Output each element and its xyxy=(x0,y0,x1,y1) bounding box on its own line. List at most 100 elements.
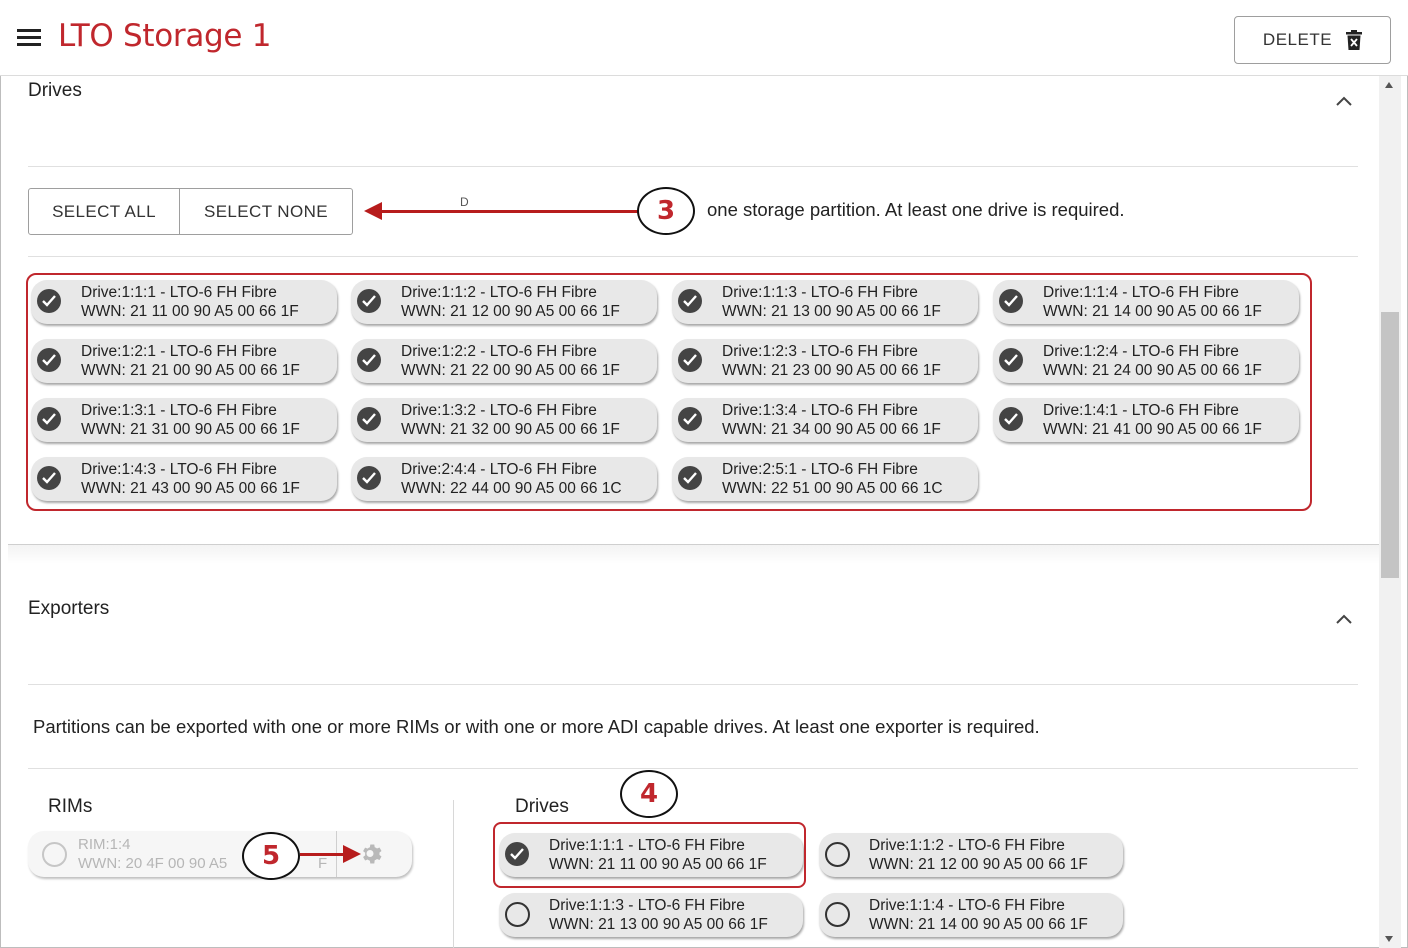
drive-name: Drive:1:4:1 - LTO-6 FH Fibre xyxy=(1043,402,1239,419)
callout-arrow-head-icon xyxy=(364,202,382,220)
drive-wwn: WWN: 21 13 00 90 A5 00 66 1F xyxy=(549,916,768,933)
radio-unchecked-icon[interactable] xyxy=(825,842,850,867)
drive-chip[interactable]: Drive:2:5:1 - LTO-6 FH Fibre WWN: 22 51 0… xyxy=(672,457,978,501)
callout-badge-5: 5 xyxy=(242,832,300,880)
select-none-button[interactable]: SELECT NONE xyxy=(180,189,352,234)
drive-chip[interactable]: Drive:1:3:2 - LTO-6 FH Fibre WWN: 21 32 0… xyxy=(351,398,657,442)
drive-chip[interactable]: Drive:1:1:4 - LTO-6 FH Fibre WWN: 21 14 0… xyxy=(819,893,1123,937)
scrollbar-thumb[interactable] xyxy=(1381,312,1399,578)
check-circle-icon[interactable] xyxy=(37,289,61,313)
divider xyxy=(28,684,1358,685)
collapse-exporters-chevron-icon[interactable] xyxy=(1336,614,1352,624)
drive-chip[interactable]: Drive:1:1:1 - LTO-6 FH Fibre WWN: 21 11 0… xyxy=(31,280,337,324)
drive-wwn: WWN: 22 44 00 90 A5 00 66 1C xyxy=(401,480,622,497)
drive-wwn: WWN: 21 13 00 90 A5 00 66 1F xyxy=(722,303,941,320)
drive-name: Drive:1:2:4 - LTO-6 FH Fibre xyxy=(1043,343,1239,360)
page-header: LTO Storage 1 DELETE xyxy=(0,0,1408,76)
exporter-drive-highlight xyxy=(493,822,806,888)
drive-chip[interactable]: Drive:1:1:2 - LTO-6 FH Fibre WWN: 21 12 0… xyxy=(351,280,657,324)
trash-icon xyxy=(1346,30,1363,50)
drive-chip[interactable]: Drive:1:2:1 - LTO-6 FH Fibre WWN: 21 21 0… xyxy=(31,339,337,383)
drive-name: Drive:1:1:1 - LTO-6 FH Fibre xyxy=(81,284,277,301)
collapse-drives-chevron-icon[interactable] xyxy=(1336,96,1352,106)
divider xyxy=(28,768,1358,769)
radio-unchecked-icon[interactable] xyxy=(505,902,530,927)
check-circle-icon[interactable] xyxy=(999,289,1023,313)
drive-chip[interactable]: Drive:1:2:2 - LTO-6 FH Fibre WWN: 21 22 0… xyxy=(351,339,657,383)
drive-name: Drive:1:1:4 - LTO-6 FH Fibre xyxy=(1043,284,1239,301)
check-circle-icon[interactable] xyxy=(37,466,61,490)
drive-name: Drive:1:1:2 - LTO-6 FH Fibre xyxy=(401,284,597,301)
scroll-down-arrow-icon[interactable] xyxy=(1385,936,1393,942)
drive-chip[interactable]: Drive:2:4:4 - LTO-6 FH Fibre WWN: 22 44 0… xyxy=(351,457,657,501)
drive-chip[interactable]: Drive:1:1:3 - LTO-6 FH Fibre WWN: 21 13 0… xyxy=(672,280,978,324)
drive-chip[interactable]: Drive:1:1:3 - LTO-6 FH Fibre WWN: 21 13 0… xyxy=(499,893,803,937)
rim-wwn: WWN: 20 4F 00 90 A5 xyxy=(78,855,228,872)
check-circle-icon[interactable] xyxy=(678,466,702,490)
drive-chip[interactable]: Drive:1:4:3 - LTO-6 FH Fibre WWN: 21 43 0… xyxy=(31,457,337,501)
rim-radio-icon[interactable] xyxy=(42,842,67,867)
drive-name: Drive:1:1:4 - LTO-6 FH Fibre xyxy=(869,897,1065,914)
drive-wwn: WWN: 21 22 00 90 A5 00 66 1F xyxy=(401,362,620,379)
check-circle-icon[interactable] xyxy=(357,407,381,431)
callout-arrow xyxy=(300,853,346,856)
check-circle-icon[interactable] xyxy=(357,348,381,372)
delete-button[interactable]: DELETE xyxy=(1234,16,1391,64)
drive-chip[interactable]: Drive:1:1:2 - LTO-6 FH Fibre WWN: 21 12 0… xyxy=(819,833,1123,877)
rims-label: RIMs xyxy=(48,796,93,817)
check-circle-icon[interactable] xyxy=(37,348,61,372)
helper-text-fragment: D xyxy=(460,195,469,209)
vertical-scrollbar[interactable] xyxy=(1379,76,1401,948)
callout-badge-4: 4 xyxy=(620,770,678,818)
callout-badge-3: 3 xyxy=(637,187,695,235)
drive-wwn: WWN: 21 12 00 90 A5 00 66 1F xyxy=(401,303,620,320)
drive-name: Drive:1:3:4 - LTO-6 FH Fibre xyxy=(722,402,918,419)
drive-name: Drive:1:1:3 - LTO-6 FH Fibre xyxy=(549,897,745,914)
check-circle-icon[interactable] xyxy=(357,466,381,490)
callout-arrow xyxy=(380,210,638,213)
radio-unchecked-icon[interactable] xyxy=(825,902,850,927)
page-title: LTO Storage 1 xyxy=(58,18,272,54)
drives-section-title: Drives xyxy=(28,80,82,101)
check-circle-icon[interactable] xyxy=(357,289,381,313)
section-separator xyxy=(8,544,1379,564)
divider xyxy=(28,166,1358,167)
exporter-drives-label: Drives xyxy=(515,796,569,817)
drives-helper-text: one storage partition. At least one driv… xyxy=(707,199,1125,220)
drive-wwn: WWN: 22 51 00 90 A5 00 66 1C xyxy=(722,480,943,497)
drive-wwn: WWN: 21 23 00 90 A5 00 66 1F xyxy=(722,362,941,379)
drive-wwn: WWN: 21 34 00 90 A5 00 66 1F xyxy=(722,421,941,438)
divider xyxy=(28,256,1358,257)
drive-chip[interactable]: Drive:1:2:3 - LTO-6 FH Fibre WWN: 21 23 0… xyxy=(672,339,978,383)
drive-chip[interactable]: Drive:1:1:4 - LTO-6 FH Fibre WWN: 21 14 0… xyxy=(993,280,1299,324)
drive-name: Drive:2:4:4 - LTO-6 FH Fibre xyxy=(401,461,597,478)
check-circle-icon[interactable] xyxy=(999,407,1023,431)
drive-wwn: WWN: 21 11 00 90 A5 00 66 1F xyxy=(81,303,299,320)
check-circle-icon[interactable] xyxy=(678,289,702,313)
drive-chip[interactable]: Drive:1:3:1 - LTO-6 FH Fibre WWN: 21 31 0… xyxy=(31,398,337,442)
drive-wwn: WWN: 21 21 00 90 A5 00 66 1F xyxy=(81,362,300,379)
check-circle-icon[interactable] xyxy=(678,348,702,372)
selection-button-group: SELECT ALL SELECT NONE xyxy=(28,188,353,235)
check-circle-icon[interactable] xyxy=(37,407,61,431)
gear-icon[interactable] xyxy=(360,842,384,866)
exporters-section-title: Exporters xyxy=(28,598,110,619)
check-circle-icon[interactable] xyxy=(999,348,1023,372)
drive-wwn: WWN: 21 14 00 90 A5 00 66 1F xyxy=(869,916,1088,933)
drive-name: Drive:2:5:1 - LTO-6 FH Fibre xyxy=(722,461,918,478)
drive-chip[interactable]: Drive:1:2:4 - LTO-6 FH Fibre WWN: 21 24 0… xyxy=(993,339,1299,383)
exporters-helper-text: Partitions can be exported with one or m… xyxy=(33,716,1040,737)
drive-wwn: WWN: 21 14 00 90 A5 00 66 1F xyxy=(1043,303,1262,320)
scroll-up-arrow-icon[interactable] xyxy=(1385,82,1393,88)
drive-chip[interactable]: Drive:1:4:1 - LTO-6 FH Fibre WWN: 21 41 0… xyxy=(993,398,1299,442)
drive-chip[interactable]: Drive:1:3:4 - LTO-6 FH Fibre WWN: 21 34 0… xyxy=(672,398,978,442)
delete-button-label: DELETE xyxy=(1262,30,1333,49)
drive-name: Drive:1:2:2 - LTO-6 FH Fibre xyxy=(401,343,597,360)
menu-icon[interactable] xyxy=(17,29,41,47)
drive-name: Drive:1:1:3 - LTO-6 FH Fibre xyxy=(722,284,918,301)
drive-name: Drive:1:2:1 - LTO-6 FH Fibre xyxy=(81,343,277,360)
drive-wwn: WWN: 21 31 00 90 A5 00 66 1F xyxy=(81,421,300,438)
select-all-button[interactable]: SELECT ALL xyxy=(29,189,180,234)
check-circle-icon[interactable] xyxy=(678,407,702,431)
callout-arrow-head-icon xyxy=(343,845,361,863)
